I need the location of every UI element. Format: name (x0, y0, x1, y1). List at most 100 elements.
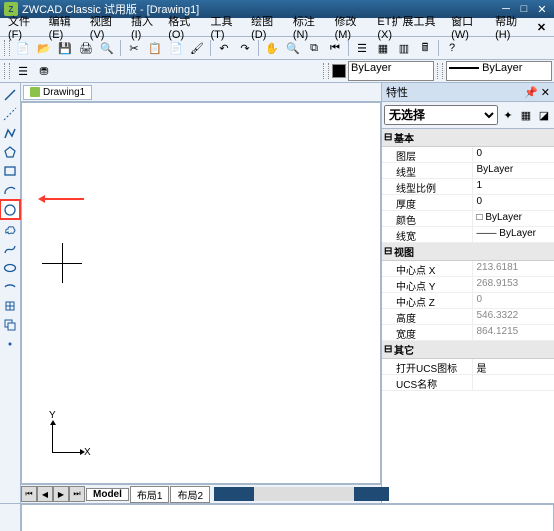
pan-icon[interactable]: ✋ (262, 38, 282, 58)
prop-row[interactable]: UCS名称 (382, 375, 554, 391)
circle-icon[interactable] (0, 199, 21, 220)
drawing-canvas[interactable]: Y X (21, 102, 381, 484)
toolbar-handle[interactable] (437, 63, 443, 79)
prop-row[interactable]: 中心点 X213.6181 (382, 261, 554, 277)
prop-value[interactable]: ByLayer (473, 163, 554, 178)
menu-draw[interactable]: 绘图(D) (247, 13, 289, 41)
point-icon[interactable] (0, 334, 20, 353)
menu-et[interactable]: ET扩展工具(X) (373, 13, 447, 41)
linetype-control[interactable]: ByLayer (446, 61, 552, 81)
model-tab[interactable]: Model (86, 488, 129, 501)
ellipse-icon[interactable] (0, 258, 20, 277)
spline-icon[interactable] (0, 239, 20, 258)
menu-modify[interactable]: 修改(M) (331, 13, 374, 41)
expand-icon[interactable]: ⊟ (384, 246, 394, 257)
revcloud-icon[interactable] (0, 220, 20, 239)
command-history[interactable] (21, 504, 554, 531)
tab-nav-prev-icon[interactable]: ◀ (37, 486, 53, 502)
tab-nav-last-icon[interactable]: ⏭ (69, 486, 85, 502)
selection-combo[interactable]: 无选择 (384, 105, 498, 125)
matchprop-icon[interactable]: 🖌 (187, 38, 207, 58)
zoom-icon[interactable]: 🔍 (283, 38, 303, 58)
prop-row[interactable]: 线宽—— ByLayer (382, 227, 554, 243)
expand-icon[interactable]: ⊟ (384, 344, 394, 355)
mdi-close-button[interactable]: ✕ (533, 21, 550, 34)
ellipsearc-icon[interactable] (0, 277, 20, 296)
cut-icon[interactable]: ✂ (124, 38, 144, 58)
makeblock-icon[interactable] (0, 315, 20, 334)
prop-value[interactable]: 0 (473, 195, 554, 210)
paste-icon[interactable]: 📄 (166, 38, 186, 58)
rectangle-icon[interactable] (0, 161, 20, 180)
prop-group-header[interactable]: ⊟基本 (382, 129, 554, 147)
selectobjects-icon[interactable]: ▦ (518, 107, 534, 123)
quickselect-icon[interactable]: ✦ (500, 107, 516, 123)
arc-icon[interactable] (0, 180, 20, 199)
menu-dimension[interactable]: 标注(N) (289, 13, 331, 41)
designcenter-icon[interactable]: ▦ (373, 38, 393, 58)
open-icon[interactable]: 📂 (34, 38, 54, 58)
redo-icon[interactable]: ↷ (235, 38, 255, 58)
tab-nav-first-icon[interactable]: ⏮ (21, 486, 37, 502)
layer-states-icon[interactable]: ⛃ (34, 61, 54, 81)
zoom-prev-icon[interactable]: ⏮ (325, 38, 345, 58)
prop-row[interactable]: 线型比例1 (382, 179, 554, 195)
toolpalette-icon[interactable]: ▥ (394, 38, 414, 58)
menu-help[interactable]: 帮助(H) (491, 13, 533, 41)
help-icon[interactable]: ? (442, 38, 462, 58)
layout-tab-2[interactable]: 布局2 (170, 486, 210, 503)
save-icon[interactable]: 💾 (55, 38, 75, 58)
prop-value[interactable] (473, 375, 554, 390)
menu-file[interactable]: 文件(F) (4, 13, 45, 41)
drawing-tab[interactable]: Drawing1 (23, 85, 92, 100)
zoom-window-icon[interactable]: ⧉ (304, 38, 324, 58)
prop-value[interactable]: 1 (473, 179, 554, 194)
properties-grid[interactable]: ⊟基本图层0线型ByLayer线型比例1厚度0颜色□ ByLayer线宽—— B… (382, 129, 554, 503)
prop-row[interactable]: 中心点 Z0 (382, 293, 554, 309)
menu-view[interactable]: 视图(V) (86, 13, 127, 41)
prop-value[interactable]: 0 (473, 147, 554, 162)
prop-row[interactable]: 宽度864.1215 (382, 325, 554, 341)
expand-icon[interactable]: ⊟ (384, 132, 394, 143)
tab-nav-next-icon[interactable]: ▶ (53, 486, 69, 502)
menu-insert[interactable]: 插入(I) (127, 13, 164, 41)
menu-window[interactable]: 窗口(W) (447, 13, 491, 41)
preview-icon[interactable]: 🔍 (97, 38, 117, 58)
prop-row[interactable]: 中心点 Y268.9153 (382, 277, 554, 293)
print-icon[interactable]: 🖨 (76, 38, 96, 58)
menu-edit[interactable]: 编辑(E) (45, 13, 86, 41)
prop-value[interactable]: □ ByLayer (473, 211, 554, 226)
calc-icon[interactable]: 🖩 (415, 38, 435, 58)
menu-tools[interactable]: 工具(T) (207, 13, 248, 41)
prop-row[interactable]: 颜色□ ByLayer (382, 211, 554, 227)
close-button[interactable]: ✕ (534, 2, 550, 16)
toolbar-handle[interactable] (323, 63, 329, 79)
polyline-icon[interactable] (0, 123, 20, 142)
prop-row[interactable]: 线型ByLayer (382, 163, 554, 179)
panel-close-icon[interactable]: ✕ (541, 87, 550, 99)
insertblock-icon[interactable] (0, 296, 20, 315)
prop-group-header[interactable]: ⊟其它 (382, 341, 554, 359)
copy-icon[interactable]: 📋 (145, 38, 165, 58)
prop-value[interactable]: —— ByLayer (473, 227, 554, 242)
panel-pin-icon[interactable]: 📌 (524, 87, 538, 99)
prop-row[interactable]: 高度546.3322 (382, 309, 554, 325)
color-control[interactable]: ByLayer (332, 61, 434, 81)
constructionline-icon[interactable] (0, 104, 20, 123)
prop-row[interactable]: 图层0 (382, 147, 554, 163)
pickadd-icon[interactable]: ◪ (536, 107, 552, 123)
prop-group-header[interactable]: ⊟视图 (382, 243, 554, 261)
properties-icon[interactable]: ☰ (352, 38, 372, 58)
toolbar-handle[interactable] (4, 63, 10, 79)
linetype-combo[interactable]: ByLayer (446, 61, 552, 81)
polygon-icon[interactable] (0, 142, 20, 161)
layout-tab-1[interactable]: 布局1 (130, 486, 170, 503)
hscrollbar[interactable] (214, 487, 381, 501)
prop-row[interactable]: 打开UCS图标是 (382, 359, 554, 375)
new-icon[interactable]: 📄 (13, 38, 33, 58)
prop-row[interactable]: 厚度0 (382, 195, 554, 211)
undo-icon[interactable]: ↶ (214, 38, 234, 58)
line-icon[interactable] (0, 85, 20, 104)
toolbar-handle[interactable] (4, 40, 10, 56)
layer-manager-icon[interactable]: ☰ (13, 61, 33, 81)
